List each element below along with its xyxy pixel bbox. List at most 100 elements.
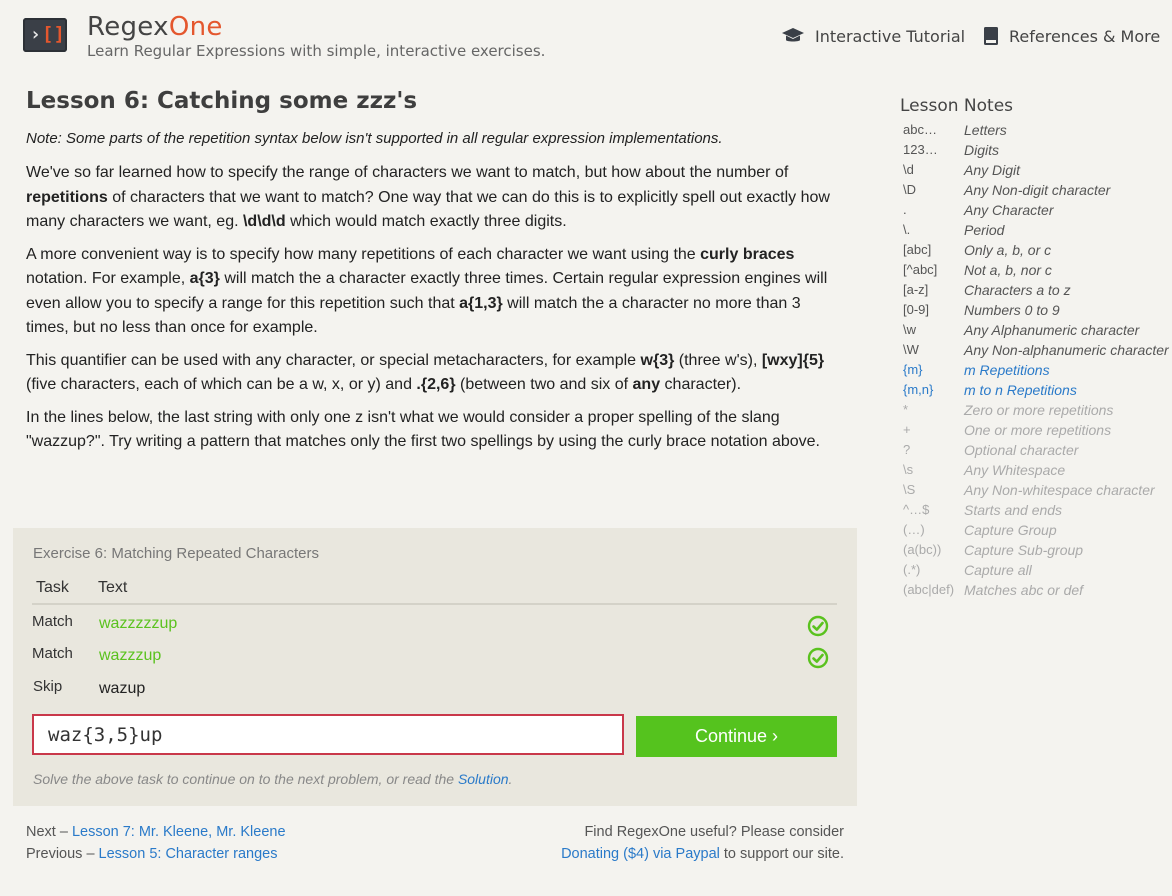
note-item[interactable]: (.*) Capture all — [903, 561, 1172, 581]
p3-c: (three w's), — [674, 351, 762, 369]
note-syntax: (.*) — [903, 562, 921, 577]
p3-e: (five characters, each of which can be a… — [26, 376, 417, 393]
table-row: Match wazzzup — [32, 645, 837, 675]
note-item[interactable]: [a-z] Characters a to z — [903, 281, 1172, 301]
donate-suffix: to support our site. — [719, 846, 844, 862]
note-item[interactable]: \w Any Alphanumeric character — [903, 321, 1172, 341]
note-item[interactable]: + One or more repetitions — [903, 421, 1172, 441]
p3-i: character). — [660, 376, 742, 393]
exercise-hint: Solve the above task to continue on to t… — [33, 771, 512, 787]
note-description: m to n Repetitions — [964, 382, 1077, 398]
previous-prefix: Previous – — [26, 846, 99, 862]
p2-c: notation. For example, — [26, 270, 190, 287]
lesson-note: Note: Some parts of the repetition synta… — [26, 130, 723, 147]
row-task: Skip — [33, 678, 63, 695]
row-text: wazzzzzup — [99, 615, 178, 632]
row-task: Match — [32, 645, 73, 662]
note-syntax: (a(bc)) — [903, 542, 942, 557]
note-description: Any Character — [964, 202, 1054, 218]
solution-link[interactable]: Solution — [458, 771, 509, 787]
brand-part-1: Regex — [87, 12, 169, 42]
note-syntax: + — [903, 422, 911, 437]
lesson-notes-list: abc… Letters 123… Digits \d Any Digit \D Any No… — [903, 121, 1172, 601]
note-item[interactable]: {m} m Repetitions — [903, 361, 1172, 381]
brand-name[interactable]: RegexOne — [87, 12, 223, 42]
note-item[interactable]: \. Period — [903, 221, 1172, 241]
donation-note: Find RegexOne useful? Please consider Do… — [561, 821, 844, 865]
note-item[interactable]: 123… Digits — [903, 141, 1172, 161]
note-syntax: ^…$ — [903, 502, 930, 517]
note-item[interactable]: \S Any Non-whitespace character — [903, 481, 1172, 501]
note-syntax: [a-z] — [903, 282, 929, 297]
note-item[interactable]: [abc] Only a, b, or c — [903, 241, 1172, 261]
continue-button[interactable]: Continue › — [636, 716, 837, 757]
book-icon — [984, 27, 998, 45]
note-description: Any Non-digit character — [964, 182, 1111, 198]
note-item[interactable]: {m,n} m to n Repetitions — [903, 381, 1172, 401]
next-lesson-link[interactable]: Lesson 7: Mr. Kleene, Mr. Kleene — [72, 824, 286, 840]
nav-tutorial-label: Interactive Tutorial — [815, 26, 966, 46]
note-syntax: \s — [903, 462, 914, 477]
nav-references[interactable]: References & More — [983, 26, 1160, 46]
row-task: Match — [32, 613, 73, 630]
p3-b: w{3} — [640, 351, 675, 369]
nav-interactive-tutorial[interactable]: Interactive Tutorial — [781, 26, 965, 46]
lesson-paragraph-2: A more convenient way is to specify how … — [26, 243, 838, 341]
note-item[interactable]: ^…$ Starts and ends — [903, 501, 1172, 521]
note-syntax: \D — [903, 182, 916, 197]
tagline: Learn Regular Expressions with simple, i… — [87, 42, 546, 60]
lesson-body: Note: Some parts of the repetition synta… — [26, 128, 838, 463]
p1-e: which would match exactly three digits. — [285, 213, 567, 230]
note-item[interactable]: \s Any Whitespace — [903, 461, 1172, 481]
p1-b: repetitions — [26, 188, 108, 206]
note-syntax: [^abc] — [903, 262, 938, 277]
note-syntax: {m} — [903, 362, 923, 377]
note-item[interactable]: abc… Letters — [903, 121, 1172, 141]
note-syntax: abc… — [903, 122, 937, 137]
note-item[interactable]: ? Optional character — [903, 441, 1172, 461]
note-item[interactable]: (abc|def) Matches abc or def — [903, 581, 1172, 601]
logo-glyph-right: [] — [42, 23, 65, 45]
note-syntax: \S — [903, 482, 916, 497]
lesson-paragraph-4: In the lines below, the last string with… — [26, 408, 820, 451]
graduation-cap-icon — [782, 28, 804, 42]
donate-line: Donating ($4) via Paypal to support our … — [561, 843, 844, 865]
note-syntax: (abc|def) — [903, 582, 955, 597]
hint-text: Solve the above task to continue on to t… — [33, 771, 458, 787]
table-row: Skip wazup — [32, 678, 837, 708]
previous-lesson-link[interactable]: Lesson 5: Character ranges — [99, 846, 278, 862]
note-item[interactable]: \D Any Non-digit character — [903, 181, 1172, 201]
note-syntax: [abc] — [903, 242, 932, 257]
note-item[interactable]: \d Any Digit — [903, 161, 1172, 181]
note-item[interactable]: (a(bc)) Capture Sub-group — [903, 541, 1172, 561]
note-item[interactable]: (…) Capture Group — [903, 521, 1172, 541]
note-description: Characters a to z — [964, 282, 1071, 298]
note-description: m Repetitions — [964, 362, 1050, 378]
note-syntax: * — [903, 402, 909, 417]
p2-a: A more convenient way is to specify how … — [26, 245, 701, 263]
note-item[interactable]: . Any Character — [903, 201, 1172, 221]
column-header-text: Text — [98, 579, 128, 596]
p3-a: This quantifier can be used with any cha… — [26, 351, 641, 369]
next-lesson: Next – Lesson 7: Mr. Kleene, Mr. Kleene — [26, 821, 286, 843]
lesson-paragraph-1: We've so far learned how to specify the … — [26, 161, 838, 235]
next-prefix: Next – — [26, 824, 72, 840]
table-row: Match wazzzzzup — [32, 613, 837, 643]
note-item[interactable]: \W Any Non-alphanumeric character — [903, 341, 1172, 361]
note-syntax: ? — [903, 442, 911, 457]
p2-d: a{3} — [189, 270, 220, 287]
logo-icon[interactable]: › [] — [23, 18, 67, 52]
note-description: Letters — [964, 122, 1007, 138]
note-description: Optional character — [964, 442, 1079, 458]
note-description: Capture Group — [964, 522, 1057, 538]
note-item[interactable]: [0-9] Numbers 0 to 9 — [903, 301, 1172, 321]
note-description: Any Non-alphanumeric character — [964, 342, 1169, 358]
table-divider — [32, 603, 837, 605]
donate-link[interactable]: Donating ($4) via Paypal — [561, 846, 720, 862]
note-item[interactable]: [^abc] Not a, b, nor c — [903, 261, 1172, 281]
note-syntax: \. — [903, 222, 911, 237]
note-item[interactable]: * Zero or more repetitions — [903, 401, 1172, 421]
p2-f: a{1,3} — [459, 294, 503, 312]
check-circle-icon — [807, 615, 829, 637]
answer-input[interactable] — [32, 714, 624, 755]
